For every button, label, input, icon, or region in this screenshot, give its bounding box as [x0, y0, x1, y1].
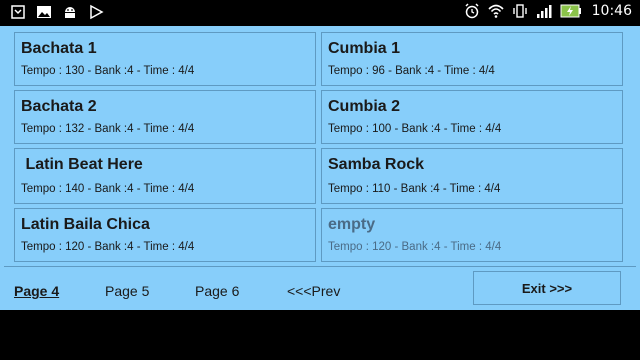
battery-charging-icon — [560, 4, 581, 18]
divider — [4, 266, 636, 267]
navigation-bar-area — [0, 310, 640, 360]
pattern-tile[interactable]: Cumbia 1 Tempo : 96 - Bank :4 - Time : 4… — [321, 32, 623, 86]
signal-icon — [536, 5, 552, 18]
pattern-info: Tempo : 110 - Bank :4 - Time : 4/4 — [328, 183, 501, 195]
pattern-info: Tempo : 130 - Bank :4 - Time : 4/4 — [21, 65, 195, 77]
pattern-name: Latin Beat Here — [21, 156, 143, 173]
pattern-tile-empty[interactable]: empty Tempo : 120 - Bank :4 - Time : 4/4 — [321, 208, 623, 262]
prev-page-link[interactable]: <<<Prev — [287, 283, 340, 299]
pattern-tile[interactable]: Cumbia 2 Tempo : 100 - Bank :4 - Time : … — [321, 90, 623, 144]
pattern-name: Bachata 1 — [21, 40, 97, 57]
android-icon — [65, 7, 75, 18]
pattern-tile[interactable]: Latin Baila Chica Tempo : 120 - Bank :4 … — [14, 208, 316, 262]
pattern-info: Tempo : 100 - Bank :4 - Time : 4/4 — [328, 123, 502, 135]
alarm-icon — [465, 3, 479, 19]
play-store-icon — [90, 4, 104, 20]
pattern-name: Samba Rock — [328, 156, 425, 173]
pattern-tile[interactable]: Latin Beat Here Tempo : 140 - Bank :4 - … — [14, 148, 316, 204]
page-4-link[interactable]: Page 4 — [14, 283, 59, 299]
pattern-info: Tempo : 120 - Bank :4 - Time : 4/4 — [21, 241, 195, 253]
pattern-tile[interactable]: Bachata 1 Tempo : 130 - Bank :4 - Time :… — [14, 32, 316, 86]
image-icon — [37, 6, 51, 18]
drum-pattern-screen: Bachata 1 Tempo : 130 - Bank :4 - Time :… — [0, 26, 640, 310]
pattern-info: Tempo : 140 - Bank :4 - Time : 4/4 — [21, 183, 195, 195]
page-5-link[interactable]: Page 5 — [105, 283, 149, 299]
pattern-grid: Bachata 1 Tempo : 130 - Bank :4 - Time :… — [14, 32, 623, 262]
pattern-name: Latin Baila Chica — [21, 216, 150, 233]
status-clock: 10:46 — [591, 3, 632, 19]
pattern-info: Tempo : 132 - Bank :4 - Time : 4/4 — [21, 123, 195, 135]
page-6-link[interactable]: Page 6 — [195, 283, 239, 299]
status-bar: 10:46 — [0, 0, 640, 26]
usb-debug-icon — [11, 5, 25, 19]
pattern-name: Bachata 2 — [21, 98, 97, 115]
pattern-name: Cumbia 2 — [328, 98, 401, 115]
pattern-name: empty — [328, 216, 376, 233]
pattern-info: Tempo : 120 - Bank :4 - Time : 4/4 — [328, 241, 502, 253]
pattern-name: Cumbia 1 — [328, 40, 401, 57]
pattern-tile[interactable]: Samba Rock Tempo : 110 - Bank :4 - Time … — [321, 148, 623, 204]
pattern-tile[interactable]: Bachata 2 Tempo : 132 - Bank :4 - Time :… — [14, 90, 316, 144]
exit-button[interactable]: Exit >>> — [473, 271, 621, 305]
vibrate-icon — [512, 4, 527, 18]
pattern-info: Tempo : 96 - Bank :4 - Time : 4/4 — [328, 65, 495, 77]
wifi-icon — [488, 4, 504, 18]
